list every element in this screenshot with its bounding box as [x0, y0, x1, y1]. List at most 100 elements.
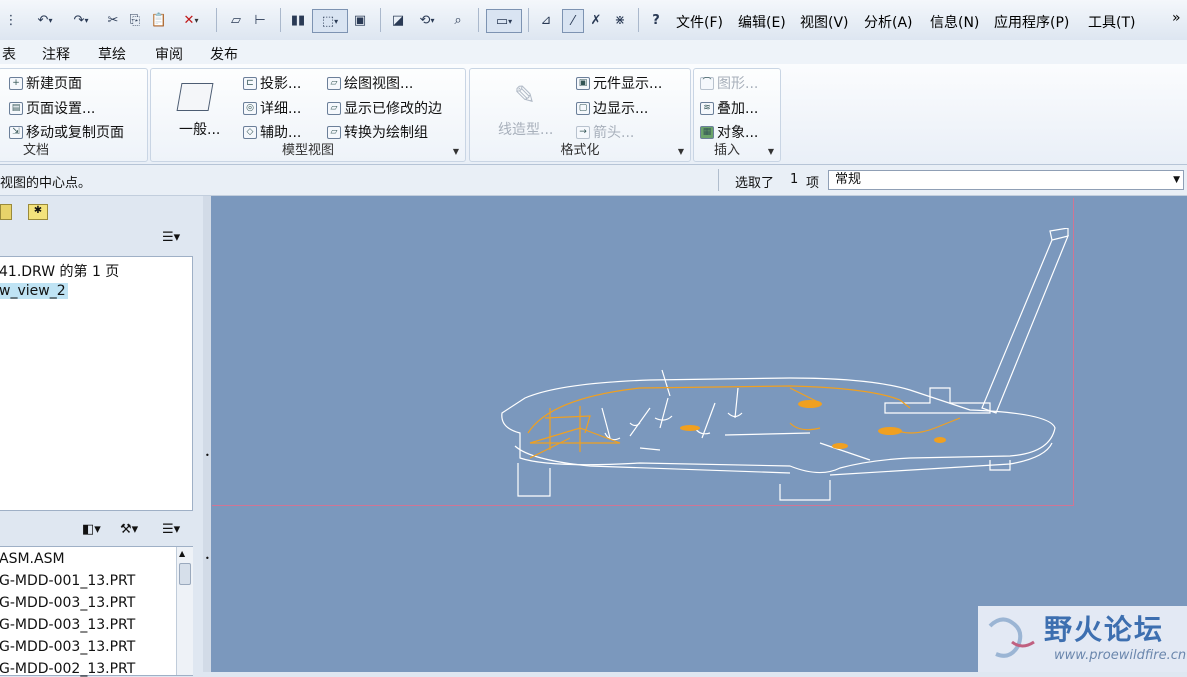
component-display-icon: ▣	[576, 76, 590, 90]
draft-group-icon: ▱	[327, 125, 341, 139]
list-item[interactable]: G-MDD-003_13.PRT	[0, 639, 135, 655]
menu-analysis[interactable]: 分析(A)	[864, 12, 913, 32]
redraw-icon[interactable]: ◪	[388, 9, 408, 31]
panel-splitter[interactable]: • •	[203, 196, 211, 672]
more-menus-icon[interactable]: »	[1172, 10, 1181, 26]
tree-item-view[interactable]: w_view_2	[0, 283, 68, 299]
model-tree-icon[interactable]: ⊢	[250, 9, 270, 31]
ribbon-group-document: + 新建页面 ▤ 页面设置... ⇲ 移动或复制页面 文档	[0, 68, 148, 162]
tab-table[interactable]: 表	[2, 44, 16, 64]
component-display-button[interactable]: ▣ 元件显示...	[576, 73, 662, 93]
cut-icon[interactable]: ✂	[104, 9, 122, 31]
datum-point-icon[interactable]: ✗	[586, 9, 606, 31]
menu-info[interactable]: 信息(N)	[930, 12, 979, 32]
menu-applications[interactable]: 应用程序(P)	[994, 12, 1069, 32]
selected-suffix: 项	[806, 176, 820, 191]
settings-icon[interactable]: ⚒▾	[120, 522, 138, 537]
datum-plane-icon[interactable]: ⊿	[536, 9, 556, 31]
scrollbar[interactable]: ▲	[176, 547, 193, 675]
status-bar: 视图的中心点。 选取了 1 项 常规 ▼	[0, 165, 1187, 196]
layer-icon[interactable]: ▱	[226, 9, 246, 31]
list-item[interactable]: ASM.ASM	[0, 551, 65, 567]
general-view-icon[interactable]	[176, 83, 214, 111]
drawing-view-icon: ▱	[327, 76, 341, 90]
csys-icon[interactable]: ⋇	[610, 9, 630, 31]
splitter-grip-icon: •	[205, 451, 210, 460]
ribbon-group-insert: ⌒ 图形... ≋ 叠加... ▦ 对象... 插入 ▼	[693, 68, 781, 162]
datum-axis-icon[interactable]: ⁄	[562, 9, 584, 33]
favorites-tab-icon[interactable]: ✱	[28, 204, 48, 220]
arrow-icon: →	[576, 125, 590, 139]
status-divider	[718, 169, 719, 191]
graph-button: ⌒ 图形...	[700, 73, 758, 93]
tab-sketch[interactable]: 草绘	[98, 44, 126, 64]
tab-annotate[interactable]: 注释	[42, 44, 70, 64]
undo-icon[interactable]: ↶ ▾	[30, 9, 60, 31]
menu-file[interactable]: 文件(F)	[676, 12, 723, 32]
watermark-url: www.proewildfire.cn	[1054, 648, 1187, 663]
overlay-button[interactable]: ≋ 叠加...	[700, 98, 758, 118]
general-view-button[interactable]: 一般...	[179, 119, 220, 139]
ribbon-group-title: 格式化	[560, 143, 600, 158]
chevron-down-icon[interactable]: ▼	[678, 147, 684, 156]
edge-display-button[interactable]: ▢ 边显示...	[576, 98, 648, 118]
paste-icon[interactable]: 📋	[150, 9, 168, 31]
list-item[interactable]: G-MDD-002_13.PRT	[0, 661, 135, 677]
scrollbar-thumb[interactable]	[179, 563, 191, 585]
chevron-down-icon[interactable]: ▼	[768, 147, 774, 156]
orient-icon[interactable]: ⟲ ▾	[412, 9, 442, 31]
tab-review[interactable]: 审阅	[155, 44, 183, 64]
menu-tools[interactable]: 工具(T)	[1088, 12, 1135, 32]
drawing-view-button[interactable]: ▱ 绘图视图...	[327, 73, 413, 93]
splitter-grip-icon: •	[205, 554, 210, 563]
show-icon[interactable]: ◧▾	[82, 522, 101, 537]
ribbon-group-model-view: 一般... ⊏ 投影... ◎ 详细... ◇ 辅助... ▱ 绘图视图... ▱ 显示已…	[150, 68, 466, 162]
chevron-down-icon: ▼	[1173, 175, 1180, 185]
menu-edit[interactable]: 编辑(E)	[738, 12, 786, 32]
select-box-icon[interactable]: ⬚ ▾	[312, 9, 348, 33]
toolbar-separator-grip: ⋮	[4, 12, 18, 28]
foot-center	[779, 480, 831, 501]
line-style-button: 线造型...	[498, 122, 554, 138]
selected-prefix: 选取了	[735, 176, 775, 191]
overlay-icon: ≋	[700, 101, 714, 115]
auxiliary-view-icon: ◇	[243, 125, 257, 139]
message-text: 视图的中心点。	[0, 176, 92, 191]
new-page-icon: +	[9, 76, 23, 90]
list-item[interactable]: G-MDD-003_13.PRT	[0, 595, 135, 611]
hole-marker	[798, 400, 822, 408]
list-item[interactable]: G-MDD-003_13.PRT	[0, 617, 135, 633]
scroll-up-icon[interactable]: ▲	[179, 549, 185, 558]
ribbon-tabs: 表 注释 草绘 审阅 发布	[0, 40, 1187, 65]
help-icon[interactable]: ?	[646, 9, 666, 31]
list-item[interactable]: G-MDD-001_13.PRT	[0, 573, 135, 589]
pick-icon[interactable]: ▣	[350, 9, 370, 31]
ribbon: + 新建页面 ▤ 页面设置... ⇲ 移动或复制页面 文档 一般... ⊏ 投影... …	[0, 64, 1187, 165]
delete-icon[interactable]: ✕ ▾	[176, 9, 206, 31]
tab-publish[interactable]: 发布	[210, 44, 238, 64]
detail-view-icon: ◎	[243, 101, 257, 115]
foot-left	[517, 463, 551, 497]
toolbar-divider	[478, 8, 479, 32]
chevron-down-icon[interactable]: ▼	[453, 147, 459, 156]
new-page-button[interactable]: + 新建页面	[9, 73, 82, 93]
display-style-icon[interactable]: ▭ ▾	[486, 9, 522, 33]
arm	[981, 235, 1070, 414]
detailed-view-button[interactable]: ◎ 详细...	[243, 98, 301, 118]
find-icon[interactable]: ▮▮	[288, 9, 308, 31]
projection-view-button[interactable]: ⊏ 投影...	[243, 73, 301, 93]
assembly-model-view[interactable]	[490, 228, 1080, 508]
copy-icon[interactable]: ⎘	[126, 9, 144, 31]
toolbar-divider	[380, 8, 381, 32]
selection-filter-select[interactable]: 常规 ▼	[828, 170, 1184, 190]
page-setup-button[interactable]: ▤ 页面设置...	[9, 98, 95, 118]
folder-tab-icon[interactable]	[0, 204, 12, 220]
tree-item-sheet[interactable]: 41.DRW 的第 1 页	[0, 261, 119, 281]
show-modified-edges-button[interactable]: ▱ 显示已修改的边	[327, 98, 442, 118]
redo-icon[interactable]: ↷ ▾	[66, 9, 96, 31]
tree-settings-icon[interactable]: ☰▾	[162, 230, 180, 245]
graph-icon: ⌒	[700, 76, 714, 90]
menu-view[interactable]: 视图(V)	[800, 12, 849, 32]
tree-columns-icon[interactable]: ☰▾	[162, 522, 180, 537]
zoom-icon[interactable]: ⌕	[448, 9, 468, 31]
